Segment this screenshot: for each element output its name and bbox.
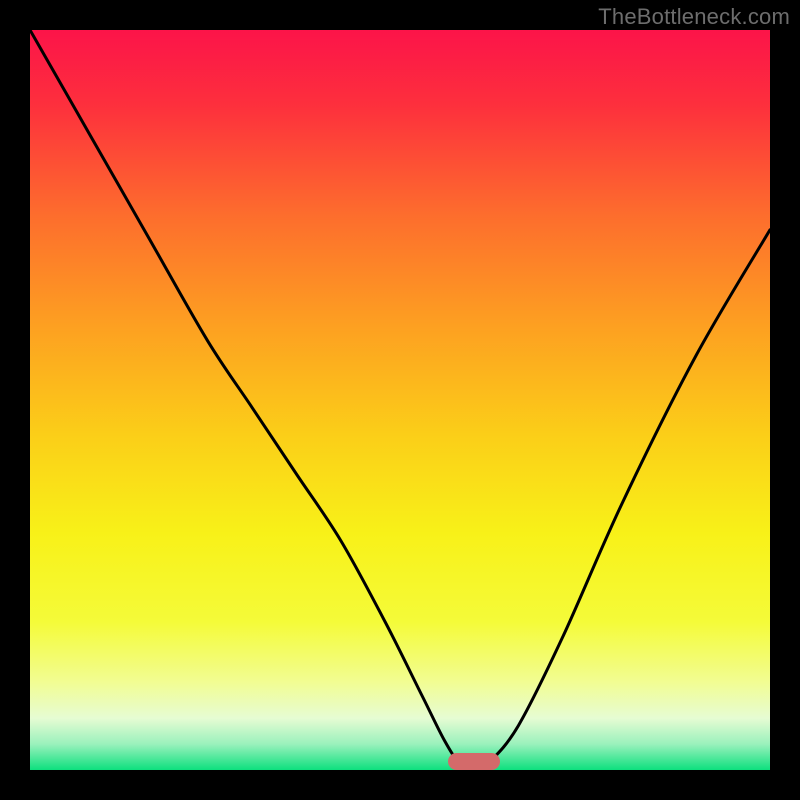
bottleneck-curve	[30, 30, 770, 770]
plot-area	[30, 30, 770, 770]
optimal-marker	[448, 753, 500, 770]
watermark-text: TheBottleneck.com	[598, 4, 790, 30]
chart-frame: TheBottleneck.com	[0, 0, 800, 800]
